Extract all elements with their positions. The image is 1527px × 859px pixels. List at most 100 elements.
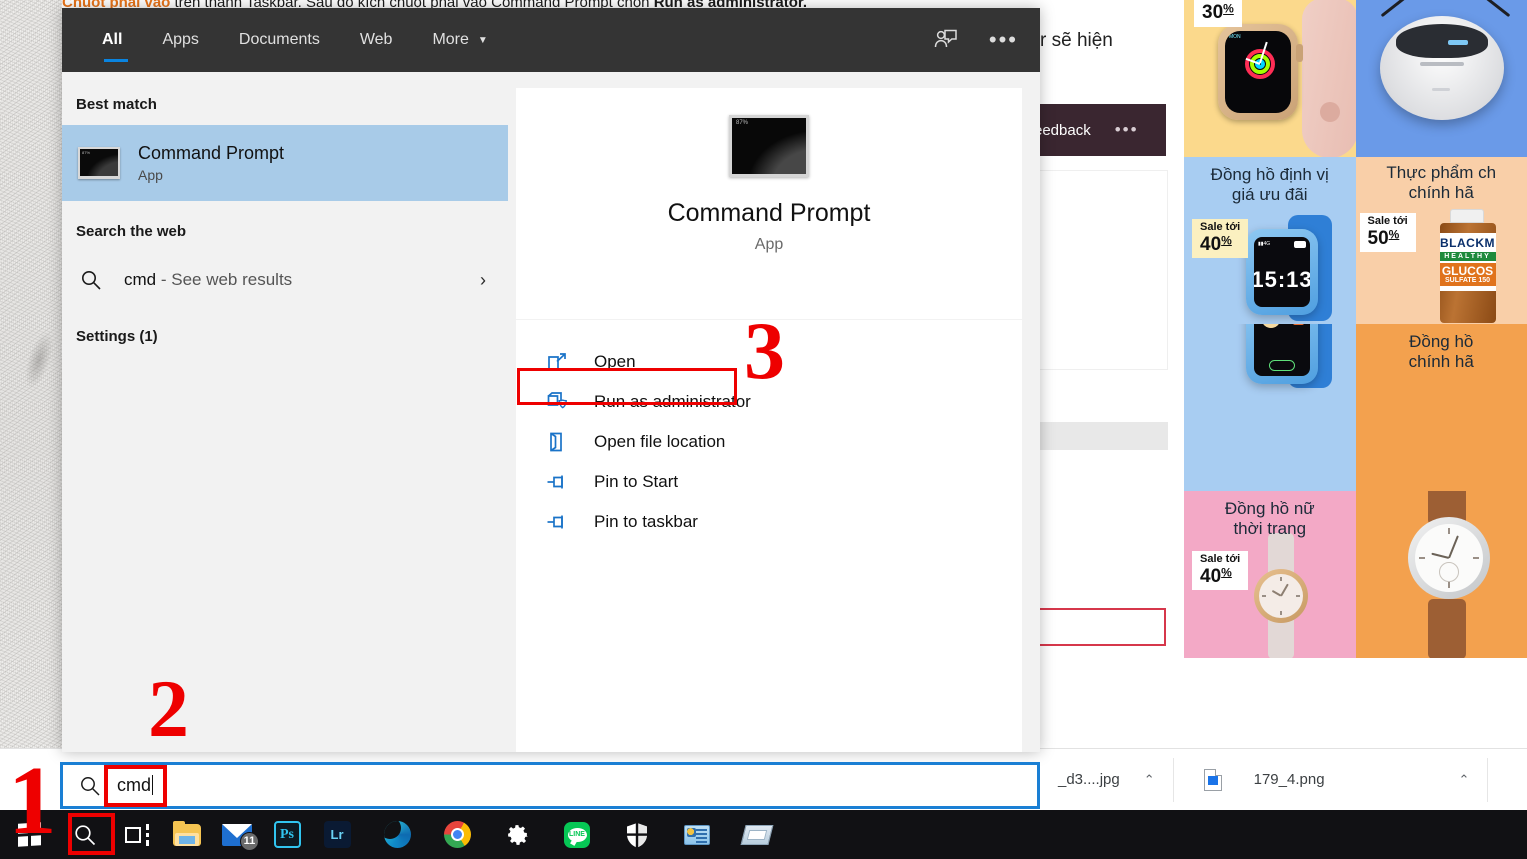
action-pin-to-taskbar-label: Pin to taskbar xyxy=(594,512,698,532)
action-open-file-location-label: Open file location xyxy=(594,432,725,452)
tab-more[interactable]: More ▼ xyxy=(412,8,507,72)
kid-watch-body: ▮▮4G 15:13 xyxy=(1246,229,1318,315)
text-cursor xyxy=(152,775,153,795)
group-heading-best-match: Best match xyxy=(62,86,508,125)
bottle-cap xyxy=(1450,209,1484,223)
watch-band xyxy=(1302,0,1356,157)
mail-unread-badge: 11 xyxy=(240,832,259,851)
ad-caption: Đồng hồ chính hã xyxy=(1356,332,1527,372)
folder-open-icon xyxy=(546,431,568,453)
search-web-result-row[interactable]: cmd - See web results › xyxy=(62,252,508,308)
search-flyout-header-actions: ••• xyxy=(933,27,1018,53)
bottle-body: BLACKM HEALTHY GLUCOSSULFATE 150 xyxy=(1440,223,1496,323)
ad-badge-percent: 30 xyxy=(1202,2,1223,23)
ad-supplement[interactable]: Thực phẩm ch chính hã Sale tới 50% BLACK… xyxy=(1356,157,1527,324)
group-heading-search-web: Search the web xyxy=(62,201,508,252)
ad-apple-watch[interactable]: 30% MON xyxy=(1184,0,1356,157)
page-content-block xyxy=(1036,376,1168,422)
edge-button[interactable] xyxy=(372,810,422,859)
photoshop-icon: Ps xyxy=(274,821,301,848)
download-filename: _d3....jpg xyxy=(1058,771,1120,788)
chrome-button[interactable] xyxy=(432,810,482,859)
ad-caption: Thực phẩm ch chính hã xyxy=(1356,163,1527,203)
action-pin-to-taskbar[interactable]: Pin to taskbar xyxy=(516,502,1022,542)
start-button[interactable] xyxy=(0,810,58,859)
ad-badge-unit: % xyxy=(1389,227,1400,241)
chevron-up-icon[interactable]: ⌃ xyxy=(1144,772,1155,788)
feedback-pill-label: eedback xyxy=(1034,122,1091,139)
action-open-file-location[interactable]: Open file location xyxy=(516,422,1022,462)
app-detail-subtitle: App xyxy=(755,236,783,254)
file-explorer-button[interactable] xyxy=(162,810,212,859)
taskbar-search-button[interactable] xyxy=(58,810,112,859)
app-detail-title: Command Prompt xyxy=(668,199,871,228)
men-watch-strap-bottom xyxy=(1428,599,1466,658)
windows-defender-button[interactable] xyxy=(612,810,662,859)
tab-web[interactable]: Web xyxy=(340,8,413,72)
app-actions-list: Open Run as administrator xyxy=(516,320,1022,752)
tab-apps[interactable]: Apps xyxy=(142,8,218,72)
search-icon xyxy=(79,775,101,797)
pin-icon xyxy=(546,471,568,493)
snip-icon xyxy=(741,825,774,845)
watch-screen: MON xyxy=(1225,31,1291,113)
mail-button[interactable]: 11 xyxy=(212,810,262,859)
feedback-pill-more-icon[interactable]: ••• xyxy=(1115,120,1139,140)
page-content-block xyxy=(1036,170,1168,370)
settings-button[interactable] xyxy=(492,810,542,859)
snipping-tool-button[interactable] xyxy=(732,810,782,859)
download-item[interactable]: 179_4.png ⌃ xyxy=(1174,758,1489,802)
publisher-icon xyxy=(684,825,710,845)
tab-documents[interactable]: Documents xyxy=(219,8,340,72)
ad-badge-percent: 50 xyxy=(1368,228,1389,249)
ad-kid-watch-lower[interactable] xyxy=(1184,324,1356,491)
line-button[interactable]: LINE xyxy=(552,810,602,859)
photoshop-button[interactable]: Ps xyxy=(262,810,312,859)
feedback-pill[interactable]: eedback ••• xyxy=(1020,104,1166,156)
task-view-button[interactable] xyxy=(112,810,162,859)
lady-watch-dial xyxy=(1259,574,1303,618)
kid-watch-statusbar: ▮▮4G xyxy=(1258,240,1306,248)
ad-men-watch[interactable] xyxy=(1356,491,1527,658)
shield-icon xyxy=(625,822,649,848)
command-prompt-icon xyxy=(78,147,120,179)
download-item[interactable]: _d3....jpg ⌃ xyxy=(1040,758,1174,802)
action-pin-to-start[interactable]: Pin to Start xyxy=(516,462,1022,502)
lightroom-button[interactable]: Lr xyxy=(312,810,362,859)
bottle-label: BLACKM HEALTHY GLUCOSSULFATE 150 xyxy=(1440,233,1496,291)
best-match-result-row[interactable]: Command Prompt App xyxy=(62,125,508,201)
ad-kid-watch[interactable]: Đồng hồ định vị giá ưu đãi Sale tới 40% … xyxy=(1184,157,1356,324)
search-query-text: cmd xyxy=(117,775,151,795)
chevron-up-icon[interactable]: ⌃ xyxy=(1459,772,1470,788)
chrome-icon xyxy=(444,821,471,848)
more-options-icon[interactable]: ••• xyxy=(989,29,1018,51)
ad-robot-vacuum[interactable] xyxy=(1356,0,1527,157)
kid-watch-time: 15:13 xyxy=(1254,267,1310,293)
chevron-right-icon[interactable]: › xyxy=(480,270,486,291)
action-pin-to-start-label: Pin to Start xyxy=(594,472,678,492)
feedback-person-icon[interactable] xyxy=(933,27,959,53)
ad-badge-percent: 40 xyxy=(1200,234,1221,255)
action-run-as-administrator[interactable]: Run as administrator xyxy=(516,382,1022,422)
lightroom-icon: Lr xyxy=(324,821,351,848)
download-filename: 179_4.png xyxy=(1254,771,1325,788)
search-filter-tabs: All Apps Documents Web More ▼ xyxy=(90,8,508,72)
wallpaper-texture xyxy=(19,328,58,392)
action-open[interactable]: Open xyxy=(516,342,1022,382)
ad-men-watch-upper[interactable]: Đồng hồ chính hã xyxy=(1356,324,1527,491)
men-watch-dial xyxy=(1415,524,1483,592)
ad-badge: Sale tới 50% xyxy=(1360,213,1416,252)
taskbar: 11 Ps Lr LINE xyxy=(0,810,1527,859)
ad-lady-watch[interactable]: Đồng hồ nữ thời trang Sale tới 40% xyxy=(1184,491,1356,658)
ad-badge-small: Sale tới xyxy=(1200,221,1240,234)
tab-all[interactable]: All xyxy=(90,8,142,72)
app-detail-card: Command Prompt App xyxy=(516,88,1022,319)
publisher-button[interactable] xyxy=(672,810,722,859)
gear-icon xyxy=(505,822,530,847)
vacuum-body xyxy=(1380,16,1504,120)
ad-caption-line1: Đồng hồ định vị xyxy=(1211,165,1329,184)
search-input[interactable]: cmd xyxy=(60,762,1040,809)
chevron-down-icon: ▼ xyxy=(478,35,488,46)
kid-watch-body-lower xyxy=(1246,324,1318,384)
mail-icon: 11 xyxy=(222,824,252,846)
